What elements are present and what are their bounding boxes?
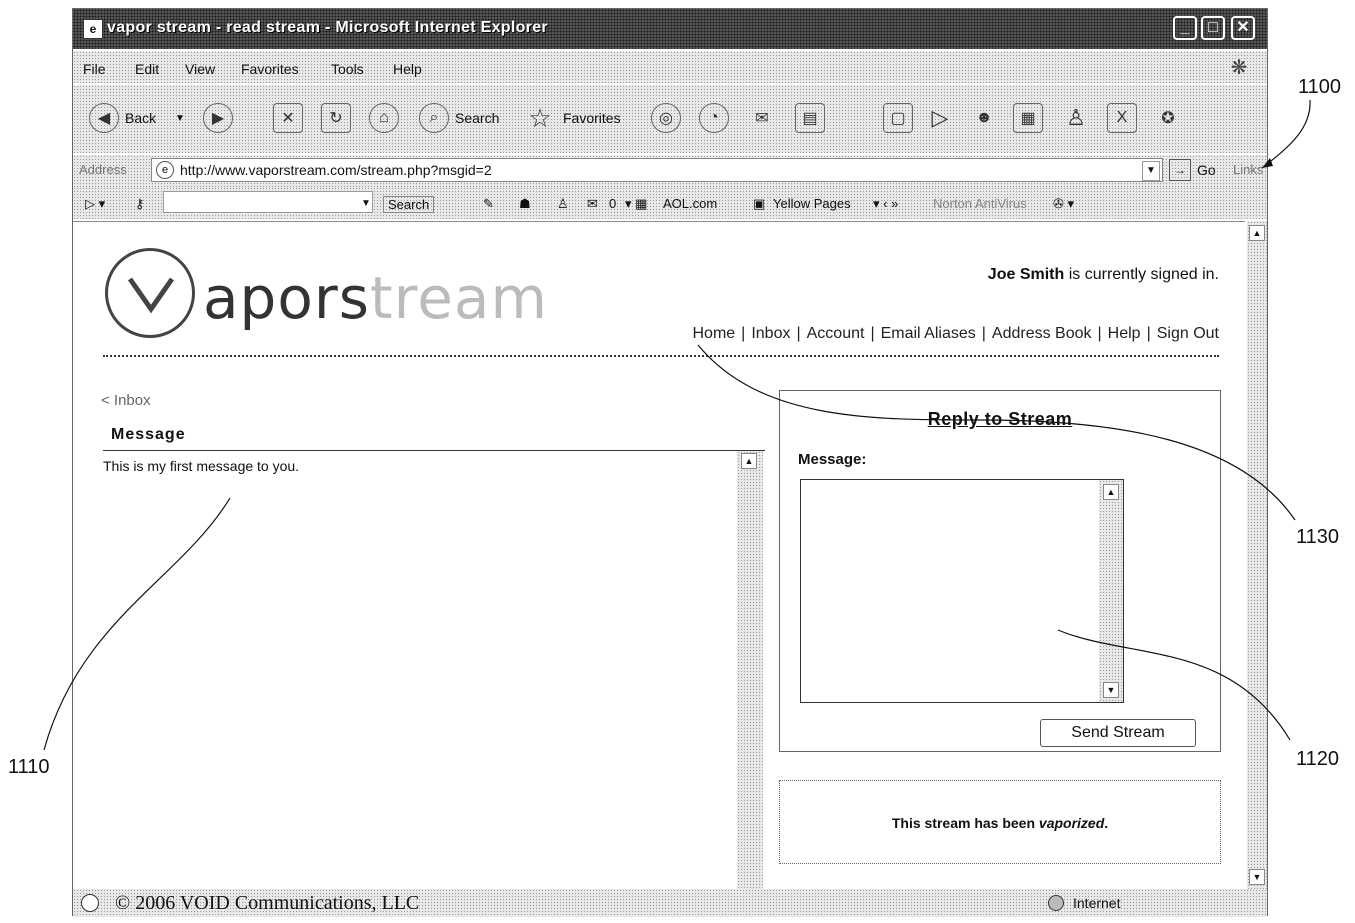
ref-label-1130: 1130 (1296, 526, 1340, 548)
reference-leader-lines (43, 99, 1311, 751)
leader-1100 (1261, 99, 1311, 169)
ref-label-1120: 1120 (1296, 748, 1340, 770)
ref-label-1100: 1100 (1298, 76, 1342, 98)
ref-label-1110: 1110 (8, 756, 50, 778)
leader-1120 (1057, 629, 1291, 741)
leader-1130 (697, 344, 1296, 521)
leader-1110 (43, 497, 231, 751)
arrowhead-1100 (1262, 158, 1273, 168)
